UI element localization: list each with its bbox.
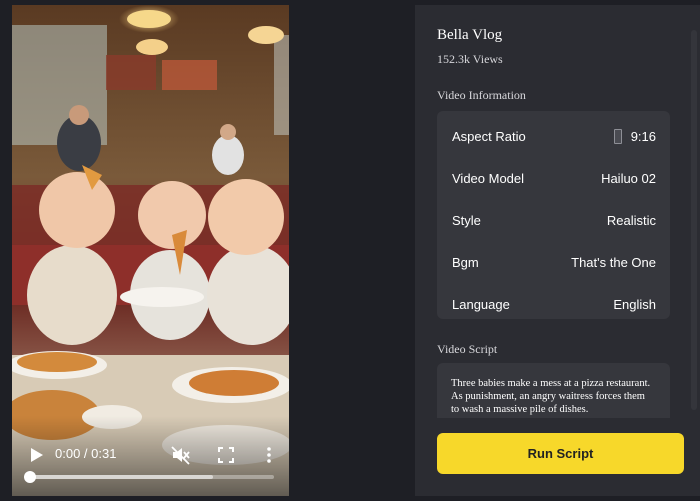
info-value: 9:16 — [630, 128, 656, 144]
video-info-card: Aspect Ratio 9:16 Video Model Hailuo 02 … — [437, 111, 670, 319]
info-label: Video Model — [452, 170, 525, 186]
info-value: English — [613, 296, 656, 312]
fullscreen-icon — [218, 447, 234, 463]
info-row-language: Language English — [452, 294, 656, 314]
video-script-text: Three babies make a mess at a pizza rest… — [451, 378, 651, 415]
info-value: Hailuo 02 — [601, 170, 656, 186]
info-row-aspect-ratio: Aspect Ratio 9:16 — [452, 126, 656, 146]
view-count: 152.3k Views — [437, 52, 503, 66]
more-vertical-icon — [267, 447, 271, 463]
info-value: That's the One — [571, 254, 656, 270]
mute-button[interactable] — [170, 444, 192, 466]
info-label: Style — [452, 212, 481, 228]
time-display: 0:00 / 0:31 — [55, 446, 117, 461]
progress-handle[interactable] — [24, 471, 36, 483]
play-icon — [31, 448, 43, 462]
video-player[interactable]: 0:00 / 0:31 — [12, 5, 289, 496]
progress-buffered — [30, 475, 213, 479]
video-title: Bella Vlog — [437, 27, 503, 43]
section-video-information: Video Information — [437, 88, 526, 102]
info-label: Bgm — [452, 254, 479, 270]
info-row-bgm: Bgm That's the One — [452, 252, 656, 272]
panel-scrollbar[interactable] — [691, 30, 697, 410]
progress-bar[interactable] — [24, 471, 274, 483]
more-options-button[interactable] — [259, 445, 279, 465]
controls-overlay — [12, 416, 289, 496]
info-value: Realistic — [606, 212, 656, 228]
info-row-style: Style Realistic — [452, 210, 656, 230]
phone-portrait-icon — [613, 128, 622, 144]
info-label: Aspect Ratio — [452, 128, 526, 144]
info-label: Language — [452, 296, 510, 312]
run-script-button[interactable]: Run Script — [437, 433, 684, 474]
play-button[interactable] — [26, 445, 46, 465]
section-video-script: Video Script — [437, 342, 498, 356]
video-script-box[interactable]: Three babies make a mess at a pizza rest… — [437, 363, 670, 418]
volume-muted-icon — [171, 446, 190, 465]
info-row-video-model: Video Model Hailuo 02 — [452, 168, 656, 188]
details-panel: Bella Vlog 152.3k Views Video Informatio… — [415, 5, 700, 496]
fullscreen-button[interactable] — [216, 445, 236, 465]
